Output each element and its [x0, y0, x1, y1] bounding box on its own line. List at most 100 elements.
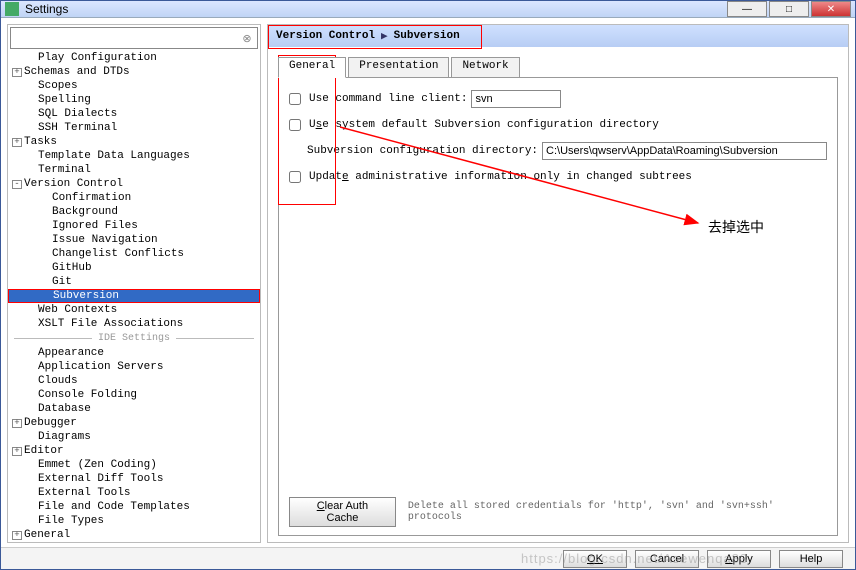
use-sysdefault-checkbox[interactable]: [289, 119, 301, 131]
tree-item[interactable]: +General: [8, 528, 260, 542]
cli-path-input[interactable]: [471, 90, 561, 108]
tree-item-label: Version Control: [24, 178, 123, 190]
apply-button[interactable]: Apply: [707, 550, 771, 568]
clear-search-icon[interactable]: ⊗: [240, 32, 254, 45]
tree-item[interactable]: Scopes: [8, 79, 260, 93]
tree-item-label: Application Servers: [38, 361, 163, 373]
settings-window: Settings — □ ✕ ⊗ Play Configuration+Sche…: [0, 0, 856, 570]
tree-item-label: Database: [38, 403, 91, 415]
help-button[interactable]: Help: [779, 550, 843, 568]
tree-item-label: File Types: [38, 515, 104, 527]
tree-item-label: File and Code Templates: [38, 501, 190, 513]
update-admin-label: Update administrative information only i…: [309, 171, 692, 183]
tree-item-label: Emmet (Zen Coding): [38, 459, 157, 471]
tree-expander-icon[interactable]: +: [12, 68, 22, 77]
tree-item[interactable]: +Schemas and DTDs: [8, 65, 260, 79]
tree-item[interactable]: Issue Navigation: [8, 233, 260, 247]
app-icon: [5, 2, 19, 16]
tree-item-label: Schemas and DTDs: [24, 66, 130, 78]
update-admin-checkbox[interactable]: [289, 171, 301, 183]
tree-item-label: Git: [52, 276, 72, 288]
tree-item[interactable]: Clouds: [8, 374, 260, 388]
tree-item[interactable]: Template Data Languages: [8, 149, 260, 163]
tree-item-label: SQL Dialects: [38, 108, 117, 120]
tree-item-label: Ignored Files: [52, 220, 138, 232]
search-box[interactable]: ⊗: [10, 27, 258, 49]
window-title: Settings: [25, 2, 725, 16]
tree-item-label: Debugger: [24, 417, 77, 429]
tree-item[interactable]: Emmet (Zen Coding): [8, 458, 260, 472]
use-sysdefault-label: Use system default Subversion configurat…: [309, 119, 659, 131]
tree-item[interactable]: XSLT File Associations: [8, 317, 260, 331]
tree-item[interactable]: Background: [8, 205, 260, 219]
use-cli-checkbox[interactable]: [289, 93, 301, 105]
tree-item[interactable]: SSH Terminal: [8, 121, 260, 135]
tree-item[interactable]: +Editor: [8, 444, 260, 458]
clear-auth-button[interactable]: Clear Auth Cache: [289, 497, 396, 527]
tree-item[interactable]: External Diff Tools: [8, 472, 260, 486]
tree-item[interactable]: File and Code Templates: [8, 500, 260, 514]
titlebar[interactable]: Settings — □ ✕: [1, 1, 855, 18]
tree-item[interactable]: Git: [8, 275, 260, 289]
tree-item[interactable]: +Debugger: [8, 416, 260, 430]
tree-item-label: Subversion: [53, 290, 119, 302]
settings-tree[interactable]: Play Configuration+Schemas and DTDsScope…: [8, 51, 260, 542]
tree-item-label: Console Folding: [38, 389, 137, 401]
config-dir-input[interactable]: [542, 142, 827, 160]
tree-item[interactable]: SQL Dialects: [8, 107, 260, 121]
breadcrumb-root[interactable]: Version Control: [276, 30, 375, 42]
tree-item-label: Scopes: [38, 80, 78, 92]
tree-item[interactable]: Changelist Conflicts: [8, 247, 260, 261]
ok-button[interactable]: OK: [563, 550, 627, 568]
tree-item[interactable]: -Version Control: [8, 177, 260, 191]
tree-expander-icon[interactable]: +: [12, 447, 22, 456]
tree-expander-icon[interactable]: +: [12, 138, 22, 147]
tree-item[interactable]: Appearance: [8, 346, 260, 360]
annotation-text: 去掉选中: [708, 217, 764, 237]
tab-network[interactable]: Network: [451, 57, 519, 78]
search-input[interactable]: [14, 32, 240, 44]
tab-general[interactable]: General: [278, 57, 346, 78]
close-button[interactable]: ✕: [811, 1, 851, 17]
tree-item[interactable]: Subversion: [8, 289, 260, 303]
tree-item-label: Changelist Conflicts: [52, 248, 184, 260]
tree-item-label: Confirmation: [52, 192, 131, 204]
tree-item[interactable]: Terminal: [8, 163, 260, 177]
tree-item-label: Web Contexts: [38, 304, 117, 316]
tree-item-label: Template Data Languages: [38, 150, 190, 162]
tab-presentation[interactable]: Presentation: [348, 57, 449, 78]
tabbar: General Presentation Network: [278, 57, 838, 78]
maximize-button[interactable]: □: [769, 1, 809, 17]
tree-item-label: Background: [52, 206, 118, 218]
tree-item[interactable]: Console Folding: [8, 388, 260, 402]
tree-item-label: Editor: [24, 445, 64, 457]
clear-auth-hint: Delete all stored credentials for 'http'…: [408, 501, 827, 523]
use-cli-label: Use command line client:: [309, 93, 467, 105]
breadcrumb-sep-icon: ▶: [381, 29, 388, 43]
tree-item-label: Issue Navigation: [52, 234, 158, 246]
tree-item[interactable]: Application Servers: [8, 360, 260, 374]
tree-item[interactable]: Web Contexts: [8, 303, 260, 317]
tree-item[interactable]: +Tasks: [8, 135, 260, 149]
tree-item-label: Terminal: [38, 164, 91, 176]
minimize-button[interactable]: —: [727, 1, 767, 17]
cancel-button[interactable]: Cancel: [635, 550, 699, 568]
tree-item[interactable]: Play Configuration: [8, 51, 260, 65]
tree-expander-icon[interactable]: +: [12, 419, 22, 428]
tree-item[interactable]: Confirmation: [8, 191, 260, 205]
tree-item[interactable]: File Types: [8, 514, 260, 528]
tree-item-label: GitHub: [52, 262, 92, 274]
tree-item[interactable]: External Tools: [8, 486, 260, 500]
tree-expander-icon[interactable]: -: [12, 180, 22, 189]
tree-item-label: Appearance: [38, 347, 104, 359]
tree-item[interactable]: Ignored Files: [8, 219, 260, 233]
left-panel: ⊗ Play Configuration+Schemas and DTDsSco…: [7, 24, 261, 543]
tree-item-label: External Tools: [38, 487, 130, 499]
tree-item[interactable]: GitHub: [8, 261, 260, 275]
tree-item[interactable]: Diagrams: [8, 430, 260, 444]
tree-item-label: General: [24, 529, 70, 541]
tree-expander-icon[interactable]: +: [12, 531, 22, 540]
tree-item[interactable]: Spelling: [8, 93, 260, 107]
content-area: General Presentation Network Use command…: [268, 47, 848, 542]
tree-item[interactable]: Database: [8, 402, 260, 416]
